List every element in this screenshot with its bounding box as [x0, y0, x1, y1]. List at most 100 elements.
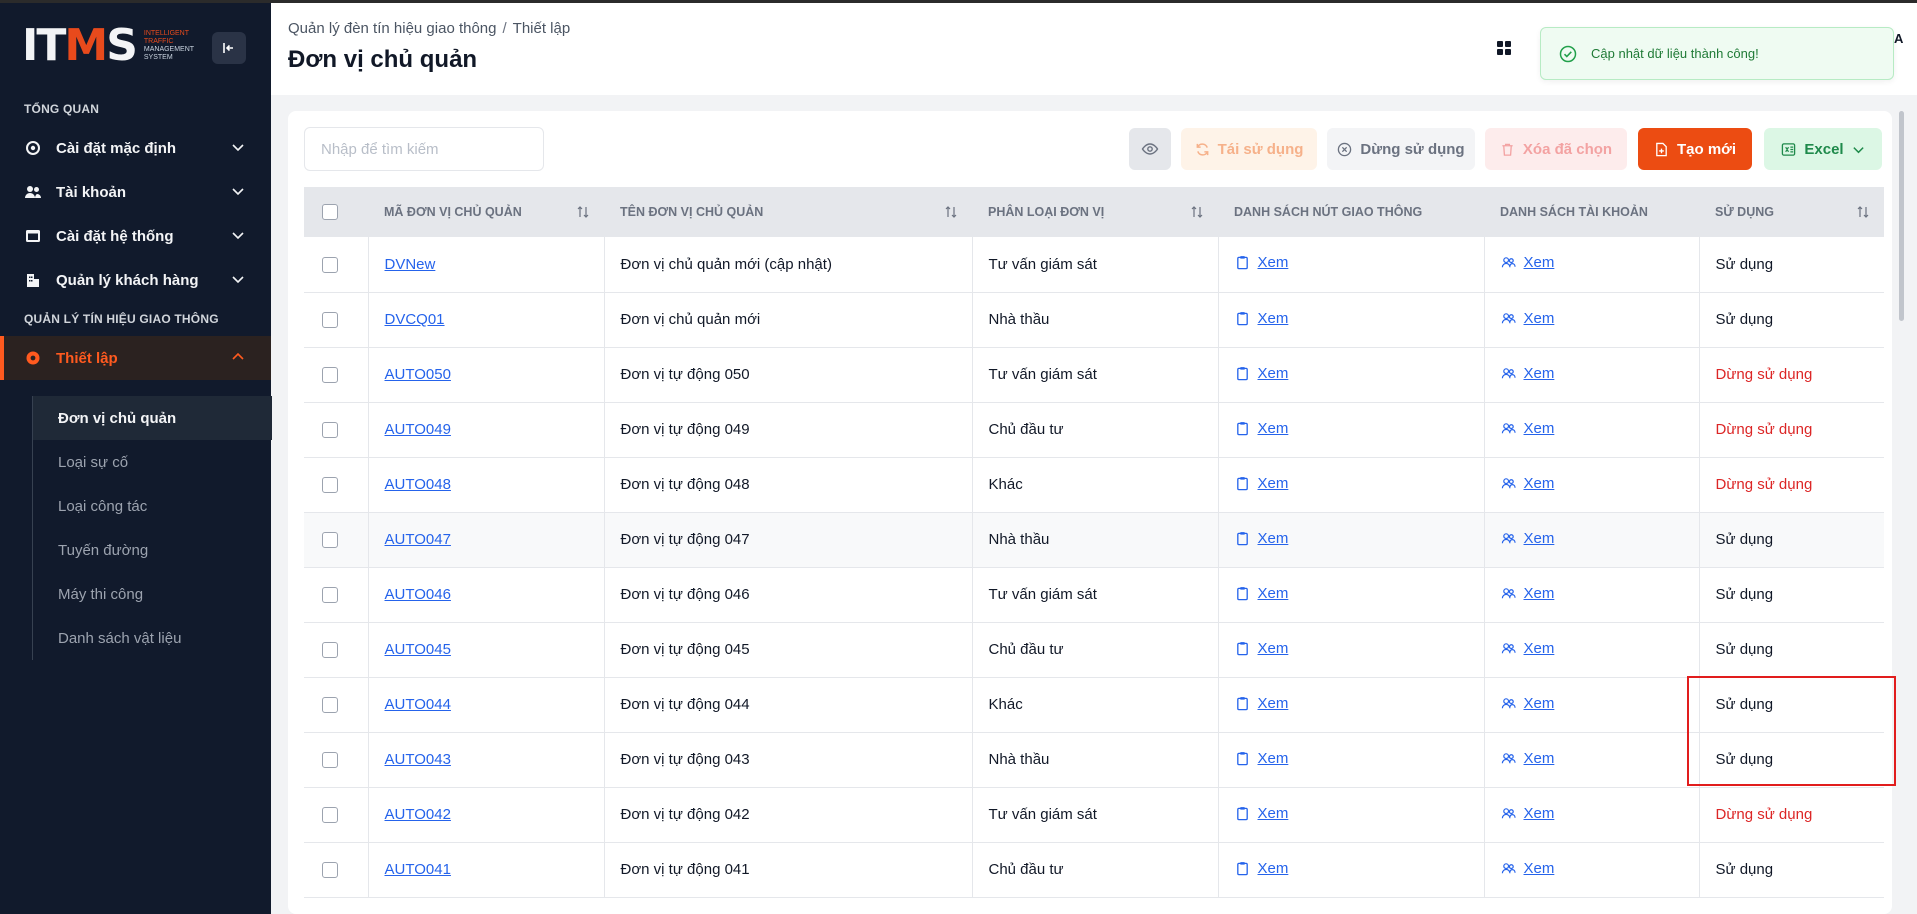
app-logo[interactable]: ITMS INTELLIGENT TRAFFIC MANAGEMENT SYST…: [22, 24, 194, 68]
search-input[interactable]: [304, 127, 544, 171]
row-checkbox[interactable]: [322, 422, 338, 439]
row-select-cell: [304, 292, 369, 348]
view-nodes-link[interactable]: Xem: [1235, 420, 1288, 437]
column-visibility-button[interactable]: [1129, 128, 1171, 170]
row-checkbox[interactable]: [322, 256, 338, 273]
apps-grid-icon[interactable]: [1496, 40, 1512, 56]
table-row[interactable]: AUTO048 Đơn vị tự động 048 Khác Xem Xem …: [304, 457, 1884, 513]
view-accounts-link[interactable]: Xem: [1501, 805, 1554, 822]
view-accounts-link[interactable]: Xem: [1501, 860, 1554, 877]
create-new-button[interactable]: Tạo mới: [1638, 128, 1752, 170]
row-checkbox[interactable]: [322, 587, 338, 604]
row-checkbox[interactable]: [322, 367, 338, 384]
row-checkbox[interactable]: [322, 862, 338, 879]
view-nodes-link[interactable]: Xem: [1235, 750, 1288, 767]
table-row[interactable]: AUTO049 Đơn vị tự động 049 Chủ đầu tư Xe…: [304, 402, 1884, 458]
sort-icon[interactable]: [1856, 205, 1870, 219]
unit-code-link[interactable]: AUTO048: [385, 476, 451, 493]
unit-code-link[interactable]: AUTO046: [385, 586, 451, 603]
sidebar-item-setup[interactable]: Thiết lập: [0, 336, 271, 380]
sidebar-item-default-settings[interactable]: Cài đặt mặc định: [0, 126, 271, 170]
unit-code-link[interactable]: AUTO042: [385, 806, 451, 823]
sidebar-subitem-owner-units[interactable]: Đơn vị chủ quản: [33, 396, 272, 440]
sidebar-subitem-routes[interactable]: Tuyến đường: [33, 528, 272, 572]
user-avatar[interactable]: A: [1894, 31, 1903, 46]
table-row[interactable]: AUTO042 Đơn vị tự động 042 Tư vấn giám s…: [304, 787, 1884, 843]
sidebar-item-customers[interactable]: Quản lý khách hàng: [0, 258, 271, 302]
collapse-sidebar-button[interactable]: [212, 32, 246, 64]
select-all-checkbox[interactable]: [322, 204, 338, 220]
row-checkbox[interactable]: [322, 697, 338, 714]
view-accounts-link[interactable]: Xem: [1501, 310, 1554, 327]
column-header-name[interactable]: TÊN ĐƠN VỊ CHỦ QUẢN: [604, 187, 972, 237]
excel-export-button[interactable]: Excel: [1764, 128, 1882, 170]
view-nodes-link[interactable]: Xem: [1235, 640, 1288, 657]
sidebar-subitem-machines[interactable]: Máy thi công: [33, 572, 272, 616]
row-checkbox[interactable]: [322, 807, 338, 824]
unit-code-link[interactable]: AUTO050: [385, 366, 451, 383]
sort-icon[interactable]: [944, 205, 958, 219]
view-nodes-link[interactable]: Xem: [1235, 310, 1288, 327]
row-checkbox[interactable]: [322, 532, 338, 549]
sidebar-subitem-incident-types[interactable]: Loại sự cố: [33, 440, 272, 484]
sidebar-item-system-settings[interactable]: Cài đặt hệ thống: [0, 214, 271, 258]
unit-code-link[interactable]: AUTO049: [385, 421, 451, 438]
unit-code-link[interactable]: AUTO041: [385, 861, 451, 878]
stop-using-button[interactable]: Dừng sử dụng: [1327, 128, 1475, 170]
breadcrumb-item[interactable]: Quản lý đèn tín hiệu giao thông: [288, 20, 497, 37]
unit-code-link[interactable]: AUTO044: [385, 696, 451, 713]
sidebar-item-accounts[interactable]: Tài khoản: [0, 170, 271, 214]
sidebar-subitem-work-types[interactable]: Loại công tác: [33, 484, 272, 528]
sidebar-subitem-materials[interactable]: Danh sách vật liệu: [33, 616, 272, 660]
scrollbar-thumb[interactable]: [1899, 111, 1904, 321]
view-nodes-link[interactable]: Xem: [1235, 530, 1288, 547]
view-nodes-link[interactable]: Xem: [1235, 860, 1288, 877]
view-accounts-link[interactable]: Xem: [1501, 420, 1554, 437]
view-nodes-link[interactable]: Xem: [1235, 585, 1288, 602]
table-row[interactable]: AUTO047 Đơn vị tự động 047 Nhà thầu Xem …: [304, 512, 1884, 568]
column-header-type[interactable]: PHÂN LOẠI ĐƠN VỊ: [972, 187, 1218, 237]
view-nodes-link[interactable]: Xem: [1235, 475, 1288, 492]
reuse-button[interactable]: Tái sử dụng: [1181, 128, 1317, 170]
view-nodes-link[interactable]: Xem: [1235, 254, 1288, 271]
table-row[interactable]: DVCQ01 Đơn vị chủ quản mới Nhà thầu Xem …: [304, 292, 1884, 348]
name-cell: Đơn vị chủ quản mới: [604, 292, 973, 348]
row-checkbox[interactable]: [322, 642, 338, 659]
table-row[interactable]: AUTO041 Đơn vị tự động 041 Chủ đầu tư Xe…: [304, 842, 1884, 898]
table-row[interactable]: AUTO045 Đơn vị tự động 045 Chủ đầu tư Xe…: [304, 622, 1884, 678]
view-nodes-link[interactable]: Xem: [1235, 365, 1288, 382]
view-nodes-link[interactable]: Xem: [1235, 695, 1288, 712]
table-row[interactable]: AUTO050 Đơn vị tự động 050 Tư vấn giám s…: [304, 347, 1884, 403]
table-row[interactable]: DVNew Đơn vị chủ quản mới (cập nhật) Tư …: [304, 237, 1884, 293]
unit-code-link[interactable]: AUTO047: [385, 531, 451, 548]
sort-icon[interactable]: [1190, 205, 1204, 219]
view-accounts-link[interactable]: Xem: [1501, 750, 1554, 767]
view-nodes-link[interactable]: Xem: [1235, 805, 1288, 822]
unit-code-link[interactable]: DVCQ01: [385, 311, 445, 328]
unit-code-link[interactable]: AUTO043: [385, 751, 451, 768]
breadcrumb-item[interactable]: Thiết lập: [513, 20, 571, 37]
highlight-box: [1687, 676, 1896, 786]
view-accounts-link[interactable]: Xem: [1501, 254, 1554, 271]
sort-icon[interactable]: [576, 205, 590, 219]
row-checkbox[interactable]: [322, 312, 338, 329]
table-row[interactable]: AUTO043 Đơn vị tự động 043 Nhà thầu Xem …: [304, 732, 1884, 788]
table-row[interactable]: AUTO044 Đơn vị tự động 044 Khác Xem Xem …: [304, 677, 1884, 733]
unit-code-link[interactable]: DVNew: [385, 256, 436, 273]
view-accounts-link[interactable]: Xem: [1501, 585, 1554, 602]
column-header-status[interactable]: SỬ DỤNG: [1699, 187, 1884, 237]
view-accounts-link[interactable]: Xem: [1501, 640, 1554, 657]
view-accounts-link[interactable]: Xem: [1501, 695, 1554, 712]
eye-icon: [1141, 143, 1159, 155]
delete-selected-button[interactable]: Xóa đã chọn: [1485, 128, 1627, 170]
table-row[interactable]: AUTO046 Đơn vị tự động 046 Tư vấn giám s…: [304, 567, 1884, 623]
column-header-code[interactable]: MÃ ĐƠN VỊ CHỦ QUẢN: [368, 187, 604, 237]
view-accounts-link[interactable]: Xem: [1501, 475, 1554, 492]
sidebar-item-label: Tài khoản: [56, 183, 127, 201]
view-accounts-link[interactable]: Xem: [1501, 365, 1554, 382]
unit-code-link[interactable]: AUTO045: [385, 641, 451, 658]
row-checkbox[interactable]: [322, 752, 338, 769]
clipboard-icon: [1236, 421, 1248, 435]
row-checkbox[interactable]: [322, 477, 338, 494]
view-accounts-link[interactable]: Xem: [1501, 530, 1554, 547]
